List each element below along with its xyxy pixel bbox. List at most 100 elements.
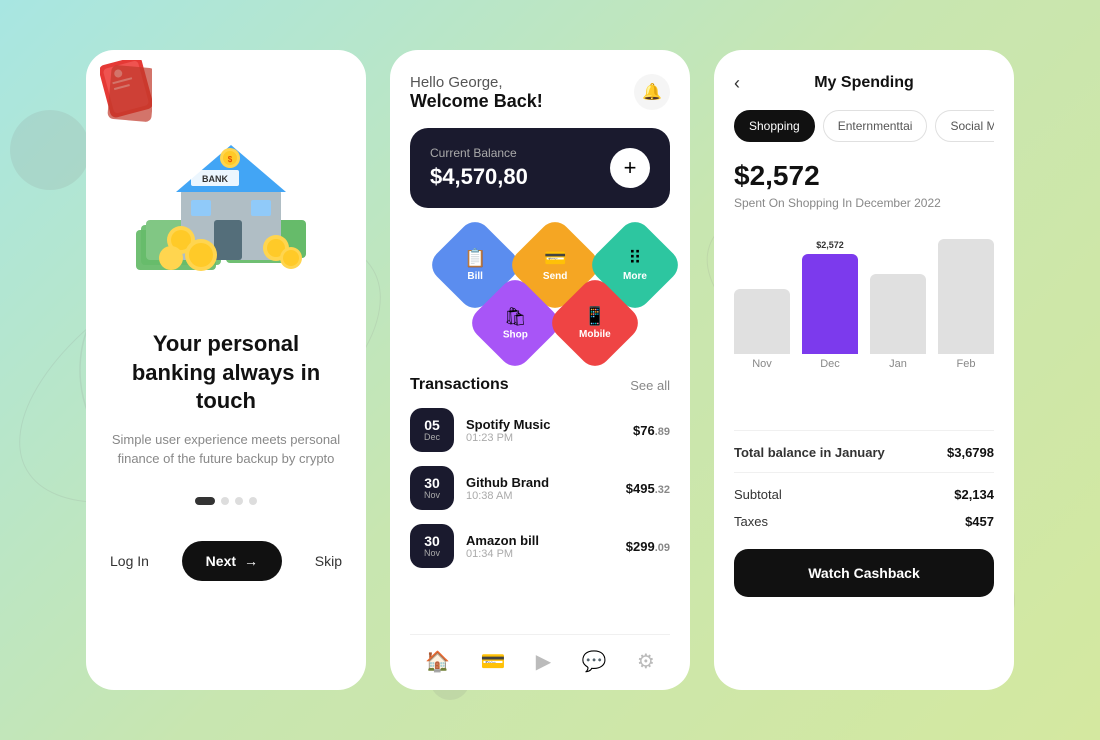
tx-name: Spotify Music — [466, 417, 621, 432]
skip-button[interactable]: Skip — [315, 553, 342, 569]
tab-social[interactable]: Social Mec — [935, 110, 994, 142]
settings-nav-icon[interactable]: ⚙ — [637, 649, 655, 674]
home-nav-icon[interactable]: 🏠 — [425, 649, 450, 674]
greeting-block: Hello George, Welcome Back! — [410, 74, 543, 112]
tab-entertainment[interactable]: Enternmenttai — [823, 110, 928, 142]
tx-amount: $299.09 — [626, 539, 670, 554]
balance-label: Current Balance — [430, 146, 528, 160]
bar-label-dec: Dec — [820, 358, 840, 370]
tx-name: Amazon bill — [466, 533, 614, 548]
notification-button[interactable]: 🔔 — [634, 74, 670, 110]
tx-cents: .32 — [655, 484, 670, 496]
spending-card: ‹ My Spending Shopping Enternmenttai Soc… — [714, 50, 1014, 690]
total-value: $3,6798 — [947, 445, 994, 460]
bar-label-jan: Jan — [889, 358, 907, 370]
tx-amount: $495.32 — [626, 481, 670, 496]
tx-day: 30 — [424, 534, 440, 548]
login-button[interactable]: Log In — [110, 553, 149, 569]
bell-icon: 🔔 — [642, 82, 662, 102]
onboarding-actions: Log In Next → Skip — [110, 541, 342, 581]
transactions-title: Transactions — [410, 376, 509, 394]
spending-title: My Spending — [814, 74, 914, 92]
bar-group-nov: - Nov — [734, 275, 790, 370]
bar-jan — [870, 274, 926, 354]
back-icon: ‹ — [734, 73, 740, 93]
tx-time: 01:34 PM — [466, 548, 614, 560]
send-icon: 💳 — [544, 248, 566, 269]
next-label: Next — [206, 553, 236, 569]
tab-shopping[interactable]: Shopping — [734, 110, 815, 142]
next-button[interactable]: Next → — [182, 541, 282, 581]
chat-nav-icon[interactable]: 💬 — [582, 649, 607, 674]
transaction-item: 30 Nov Github Brand 10:38 AM $495.32 — [410, 466, 670, 510]
onboarding-card: BANK $ Your personal banking always in t… — [86, 50, 366, 690]
bar-value-jan: - — [897, 260, 900, 270]
bill-icon: 📋 — [464, 248, 486, 269]
bar-value-feb: - — [965, 225, 968, 235]
dot-2 — [221, 497, 229, 505]
tx-info: Amazon bill 01:34 PM — [466, 533, 614, 560]
subtotal-label: Subtotal — [734, 487, 782, 502]
tx-cents: .89 — [655, 426, 670, 438]
tx-day: 05 — [424, 418, 440, 432]
more-label: More — [623, 271, 647, 282]
tx-time: 01:23 PM — [466, 432, 621, 444]
bottom-navigation: 🏠 💳 ▶ 💬 ⚙ — [410, 634, 670, 690]
play-nav-icon[interactable]: ▶ — [536, 649, 551, 674]
price-tag-decoration — [100, 60, 152, 133]
bar-group-feb: - Feb — [938, 225, 994, 370]
bill-label: Bill — [467, 271, 483, 282]
shop-icon: 🛍 — [504, 306, 527, 327]
bar-value-nov: - — [761, 275, 764, 285]
see-all-link[interactable]: See all — [630, 378, 670, 393]
watch-cashback-button[interactable]: Watch Cashback — [734, 549, 994, 597]
tx-info: Github Brand 10:38 AM — [466, 475, 614, 502]
bar-label-nov: Nov — [752, 358, 772, 370]
tx-month: Dec — [424, 432, 440, 442]
arrow-icon: → — [244, 553, 258, 569]
welcome-text: Welcome Back! — [410, 91, 543, 112]
chart-bars: - Nov $2,572 Dec - Jan - Feb — [734, 230, 994, 390]
quick-actions: 📋 Bill 💳 Send ⠿ More 🛍 Shop 📱 — [410, 230, 670, 360]
balance-info: Current Balance $4,570,80 — [430, 146, 528, 190]
divider — [734, 430, 994, 431]
tx-date-box: 05 Dec — [410, 408, 454, 452]
mobile-icon: 📱 — [584, 306, 606, 327]
tx-cents: .09 — [655, 542, 670, 554]
bar-dec — [802, 254, 858, 354]
spending-amount: $2,572 — [734, 160, 994, 192]
svg-text:$: $ — [228, 155, 233, 164]
shop-label: Shop — [503, 329, 528, 340]
back-button[interactable]: ‹ — [734, 73, 740, 94]
category-tabs: Shopping Enternmenttai Social Mec — [734, 110, 994, 142]
transactions-header: Transactions See all — [410, 376, 670, 394]
svg-text:BANK: BANK — [202, 174, 228, 184]
dot-1 — [195, 497, 215, 505]
bar-feb — [938, 239, 994, 354]
spending-description: Spent On Shopping In December 2022 — [734, 196, 994, 210]
card-nav-icon[interactable]: 💳 — [480, 649, 505, 674]
onboarding-title: Your personal banking always in touch — [110, 330, 342, 416]
transaction-item: 30 Nov Amazon bill 01:34 PM $299.09 — [410, 524, 670, 568]
bar-nov — [734, 289, 790, 354]
tx-month: Nov — [424, 548, 440, 558]
tx-month: Nov — [424, 490, 440, 500]
add-money-button[interactable]: + — [610, 148, 650, 188]
balance-card: Current Balance $4,570,80 + — [410, 128, 670, 208]
bar-label-feb: Feb — [957, 358, 976, 370]
summary-row-taxes: Taxes $457 — [734, 514, 994, 529]
dashboard-header: Hello George, Welcome Back! 🔔 — [410, 74, 670, 112]
dot-3 — [235, 497, 243, 505]
total-label: Total balance in January — [734, 445, 885, 460]
tx-day: 30 — [424, 476, 440, 490]
tx-date-box: 30 Nov — [410, 524, 454, 568]
summary-row-total: Total balance in January $3,6798 — [734, 445, 994, 460]
divider — [734, 472, 994, 473]
tx-date-box: 30 Nov — [410, 466, 454, 510]
onboarding-subtitle: Simple user experience meets personal fi… — [110, 430, 342, 469]
bar-group-dec: $2,572 Dec — [802, 240, 858, 370]
pagination-dots — [195, 497, 257, 505]
transaction-item: 05 Dec Spotify Music 01:23 PM $76.89 — [410, 408, 670, 452]
taxes-value: $457 — [965, 514, 994, 529]
greeting-text: Hello George, — [410, 74, 543, 91]
